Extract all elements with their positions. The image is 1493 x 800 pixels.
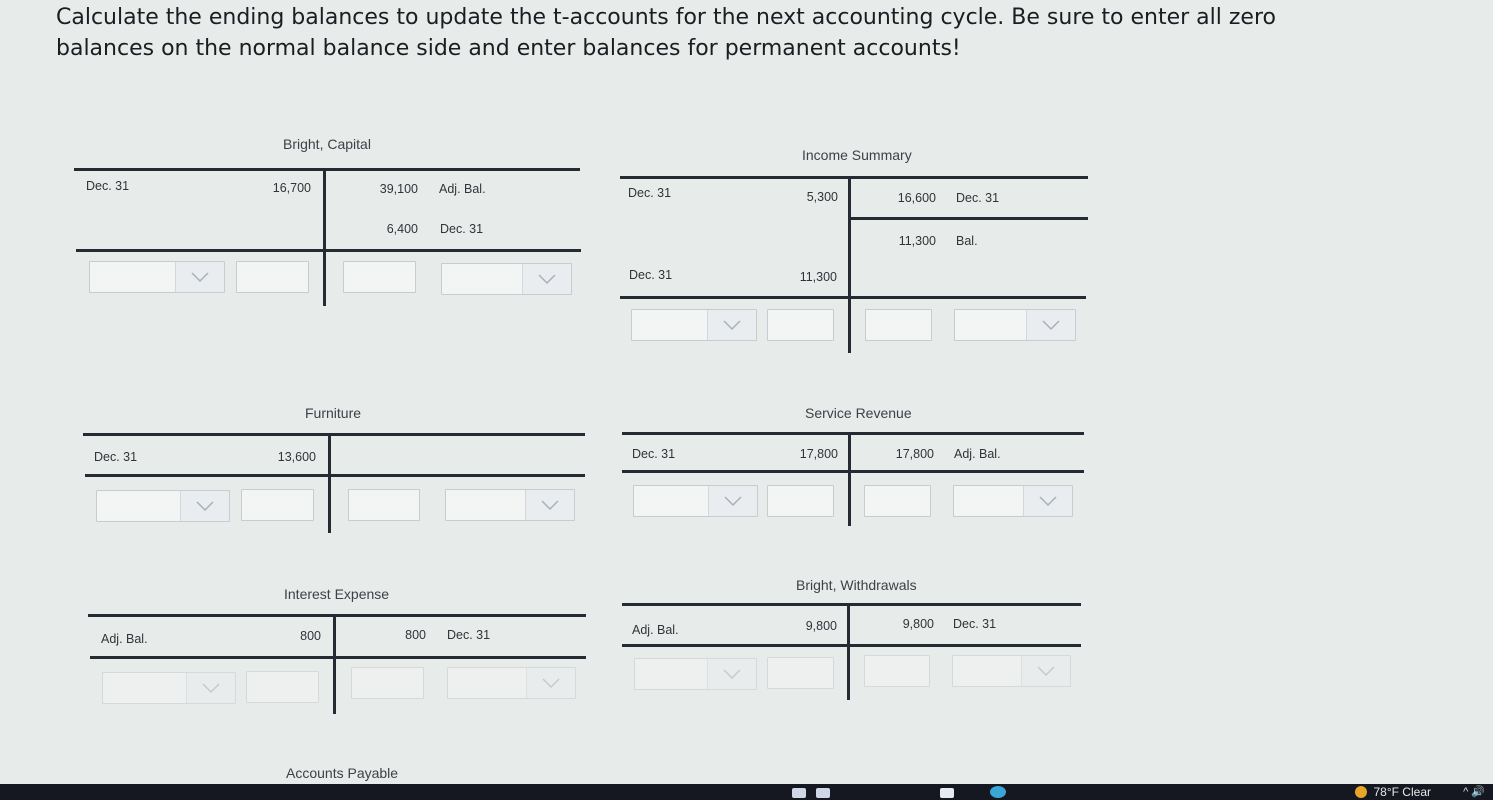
t-account-top-line (83, 433, 585, 436)
debit-date-select[interactable] (96, 490, 230, 522)
chevron-down-icon (708, 486, 757, 516)
debit-amount-input[interactable] (767, 309, 834, 341)
taskbar-app-icon[interactable] (940, 788, 954, 798)
debit-amount-input[interactable] (236, 261, 309, 293)
credit-label: Adj. Bal. (439, 182, 486, 196)
credit-label: Dec. 31 (440, 222, 484, 236)
credit-amount: 6,400 (386, 222, 418, 236)
debit-amount: 16,700 (272, 181, 311, 195)
chevron-down-icon (707, 659, 756, 689)
debit-amount-input[interactable] (767, 485, 834, 517)
instructions-text: Calculate the ending balances to update … (56, 5, 1276, 61)
credit-amount-input[interactable] (343, 261, 416, 293)
chevron-down-icon (186, 673, 235, 703)
chevron-down-icon (1021, 656, 1070, 686)
debit-date-select[interactable] (631, 309, 757, 341)
debit-amount: 5,300 (806, 190, 838, 204)
credit-label: Dec. 31 (953, 617, 997, 631)
system-tray-icons[interactable]: ^ 🔊 (1463, 784, 1485, 800)
credit-amount: 11,300 (898, 234, 936, 248)
debit-label: Adj. Bal. (101, 632, 148, 646)
credit-label: Dec. 31 (956, 191, 1000, 205)
chevron-down-icon (522, 264, 571, 294)
t-account-top-line (620, 176, 1088, 179)
t-account-total-line (622, 470, 1084, 473)
weather-icon (1355, 786, 1367, 798)
account-title: Service Revenue (805, 405, 912, 421)
t-account-divider (333, 614, 336, 714)
t-account-divider (328, 433, 331, 533)
t-account-top-line (622, 432, 1084, 435)
t-account-total-line (76, 249, 581, 252)
credit-amount: 9,800 (902, 617, 934, 631)
t-account-divider (848, 176, 851, 353)
chevron-down-icon (1026, 310, 1075, 340)
debit-amount-input[interactable] (241, 489, 314, 521)
chevron-down-icon (1023, 486, 1072, 516)
t-account-divider (323, 168, 326, 306)
t-account-top-line (622, 603, 1081, 606)
debit-label: Dec. 31 (94, 450, 138, 464)
debit-label: Dec. 31 (628, 186, 672, 200)
credit-amount: 17,800 (895, 447, 934, 461)
credit-date-select[interactable] (953, 485, 1073, 517)
chevron-down-icon (707, 310, 756, 340)
debit-label: Dec. 31 (629, 268, 673, 282)
credit-amount: 16,600 (897, 191, 936, 205)
chevron-down-icon (525, 490, 574, 520)
taskbar-app-icon[interactable] (792, 788, 806, 798)
credit-amount-input[interactable] (864, 485, 931, 517)
debit-label: Dec. 31 (632, 447, 676, 461)
account-title: Furniture (305, 405, 362, 421)
account-title: Income Summary (802, 147, 912, 163)
debit-amount: 11,300 (799, 270, 837, 284)
debit-amount: 17,800 (799, 447, 838, 461)
debit-label: Dec. 31 (86, 179, 130, 193)
credit-label: Bal. (956, 234, 978, 248)
debit-date-select[interactable] (633, 485, 758, 517)
t-account-total-line (622, 644, 1081, 647)
account-title: Accounts Payable (286, 765, 399, 781)
weather-text[interactable]: 78°F Clear (1374, 784, 1432, 800)
account-title: Bright, Withdrawals (796, 577, 917, 593)
t-account-top-line (74, 168, 580, 171)
chevron-down-icon (526, 668, 575, 698)
credit-label: Dec. 31 (447, 628, 491, 642)
debit-amount: 9,800 (805, 619, 837, 633)
t-account-divider (847, 603, 850, 700)
t-account-top-line (88, 614, 586, 617)
browser-icon[interactable] (990, 786, 1006, 798)
t-account-total-line (85, 474, 585, 477)
debit-date-select[interactable] (89, 261, 225, 293)
credit-date-select[interactable] (445, 489, 575, 521)
chevron-down-icon (175, 262, 224, 292)
credit-date-select[interactable] (952, 655, 1071, 687)
taskbar-app-icon[interactable] (816, 788, 830, 798)
credit-amount: 800 (405, 628, 426, 642)
account-title: Bright, Capital (283, 136, 371, 152)
debit-amount-input[interactable] (767, 657, 834, 689)
debit-amount: 13,600 (277, 450, 316, 464)
credit-date-select[interactable] (954, 309, 1076, 341)
chevron-down-icon (180, 491, 229, 521)
debit-label: Adj. Bal. (632, 623, 679, 637)
debit-date-select[interactable] (634, 658, 757, 690)
account-title: Interest Expense (284, 586, 390, 602)
t-account-sub-line (850, 217, 1088, 220)
taskbar: 78°F Clear ^ 🔊 (0, 784, 1493, 800)
t-account-total-line (620, 296, 1086, 299)
t-account-divider (848, 432, 851, 526)
t-account-total-line (90, 656, 586, 659)
credit-amount-input[interactable] (348, 489, 420, 521)
credit-amount-input[interactable] (864, 655, 930, 687)
credit-amount-input[interactable] (865, 309, 932, 341)
credit-amount-input[interactable] (351, 667, 424, 699)
credit-amount: 39,100 (379, 182, 418, 196)
credit-date-select[interactable] (447, 667, 576, 699)
credit-date-select[interactable] (441, 263, 572, 295)
credit-label: Adj. Bal. (954, 447, 1001, 461)
debit-date-select[interactable] (102, 672, 236, 704)
debit-amount-input[interactable] (246, 671, 319, 703)
debit-amount: 800 (300, 629, 321, 643)
